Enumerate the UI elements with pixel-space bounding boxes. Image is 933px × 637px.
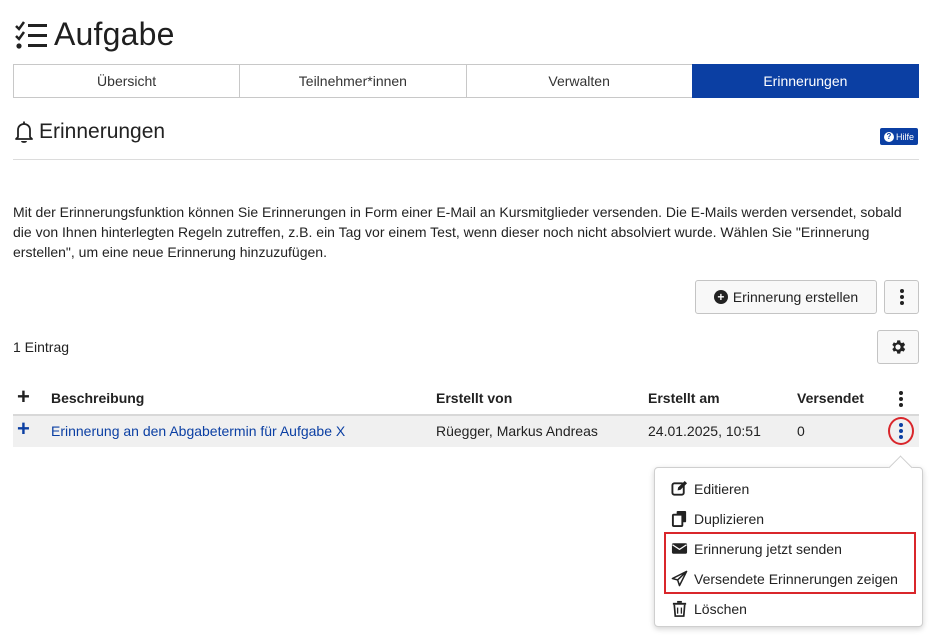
column-header-description[interactable]: Beschreibung [51, 390, 144, 406]
menu-item-delete-label: Löschen [694, 600, 747, 617]
edit-icon [671, 480, 688, 496]
question-circle-icon: ? [884, 131, 894, 142]
menu-item-duplicate-label: Duplizieren [694, 510, 765, 527]
created-by-cell: Rüegger, Markus Andreas [436, 423, 598, 439]
trash-icon [672, 600, 687, 617]
checklist-icon [15, 20, 47, 49]
page-title-text: Aufgabe [54, 16, 175, 52]
copy-icon [671, 510, 687, 527]
section-title-text: Erinnerungen [39, 120, 166, 143]
column-actions-icon[interactable] [891, 389, 911, 409]
table-row: + Erinnerung an den Abgabetermin für Auf… [13, 416, 919, 447]
menu-item-delete[interactable]: Löschen [671, 600, 747, 617]
menu-item-edit-label: Editieren [694, 480, 750, 497]
expand-all-icon[interactable]: + [17, 386, 33, 408]
menu-item-duplicate[interactable]: Duplizieren [671, 510, 764, 527]
tab-overview[interactable]: Übersicht [13, 64, 241, 98]
tab-reminders[interactable]: Erinnerungen [691, 64, 919, 98]
section-title: Erinnerungen [13, 120, 165, 144]
gear-icon [892, 340, 906, 354]
table-settings-button[interactable] [877, 330, 919, 364]
kebab-icon [899, 288, 904, 306]
help-button[interactable]: ? Hilfe [880, 128, 919, 145]
entry-count: 1 Eintrag [13, 339, 70, 355]
divider [13, 159, 919, 160]
tab-participants[interactable]: Teilnehmer*innen [239, 64, 467, 98]
column-header-created-by[interactable]: Erstellt von [436, 390, 512, 406]
page-title: Aufgabe [14, 16, 175, 53]
more-actions-button[interactable] [884, 280, 919, 314]
plus-circle-icon: + [713, 290, 728, 304]
create-reminder-label: Erinnerung erstellen [732, 289, 859, 305]
row-actions-button[interactable] [888, 417, 914, 445]
reminder-description-link[interactable]: Erinnerung an den Abgabetermin für Aufga… [51, 423, 345, 439]
help-label: Hilfe [896, 131, 915, 142]
create-reminder-button[interactable]: + Erinnerung erstellen [695, 280, 877, 314]
sent-count-cell: 0 [797, 423, 805, 439]
description-text: Mit der Erinnerungsfunktion können Sie E… [13, 204, 902, 260]
expand-row-icon[interactable]: + [17, 418, 33, 440]
tab-manage[interactable]: Verwalten [465, 64, 693, 98]
table-header: + Beschreibung Erstellt von Erstellt am … [13, 384, 919, 416]
created-at-cell: 24.01.2025, 10:51 [648, 423, 761, 439]
menu-caret [888, 455, 913, 480]
bell-icon [15, 121, 33, 143]
menu-item-edit[interactable]: Editieren [671, 480, 749, 497]
highlight-annotation [664, 532, 916, 594]
tab-bar: Übersicht Teilnehmer*innen Verwalten Eri… [13, 64, 919, 98]
column-header-created-at[interactable]: Erstellt am [648, 390, 720, 406]
column-header-sent[interactable]: Versendet [797, 390, 864, 406]
